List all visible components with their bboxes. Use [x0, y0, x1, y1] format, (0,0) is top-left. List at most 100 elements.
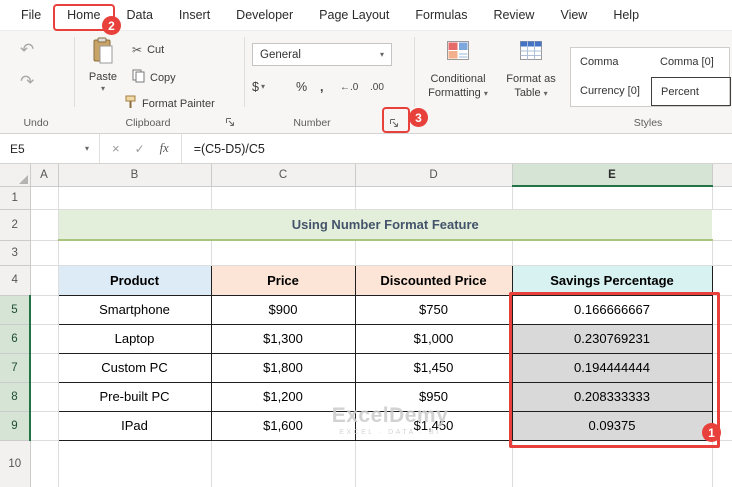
col-header-E[interactable]: E: [512, 164, 713, 187]
cell[interactable]: [355, 240, 513, 266]
group-separator: [74, 37, 75, 107]
cell-C5[interactable]: $900: [210, 294, 356, 325]
cell[interactable]: [30, 186, 59, 210]
row-header-8[interactable]: 8: [0, 382, 31, 412]
row-header-5[interactable]: 5: [0, 295, 31, 325]
cell-B4[interactable]: Product: [57, 264, 212, 296]
tab-developer[interactable]: Developer: [223, 0, 306, 30]
cell[interactable]: [512, 240, 713, 266]
formula-input[interactable]: =(C5-D5)/C5: [182, 134, 265, 163]
number-format-dropdown[interactable]: General ▾: [252, 43, 392, 66]
cut-label: Cut: [147, 44, 165, 56]
format-painter-label: Format Painter: [142, 97, 215, 110]
cell[interactable]: [30, 382, 59, 412]
cell-D5[interactable]: $750: [354, 294, 513, 325]
row-header-4[interactable]: 4: [0, 265, 31, 296]
format-as-table-button[interactable]: Format as Table ▾: [498, 35, 564, 115]
cell-C8[interactable]: $1,200: [210, 381, 356, 412]
cut-button[interactable]: ✂ Cut: [132, 43, 164, 57]
annotation-box-number-launcher: [382, 107, 410, 133]
tab-review[interactable]: Review: [480, 0, 547, 30]
row-header-1[interactable]: 1: [0, 186, 31, 210]
tab-insert[interactable]: Insert: [166, 0, 223, 30]
cell-B5[interactable]: Smartphone: [57, 294, 212, 325]
col-header-B[interactable]: B: [58, 164, 212, 187]
cell[interactable]: [712, 265, 732, 296]
sheet-title-cell[interactable]: Using Number Format Feature: [58, 209, 712, 241]
style-comma[interactable]: Comma: [571, 48, 651, 77]
accounting-format-button[interactable]: $ ▾: [252, 77, 265, 97]
chevron-down-icon: ▾: [84, 143, 89, 153]
cell-D9[interactable]: $1,450: [354, 410, 513, 441]
cell[interactable]: [30, 440, 59, 487]
cell[interactable]: [211, 240, 356, 266]
cell-B9[interactable]: IPad: [57, 410, 212, 441]
row-header-3[interactable]: 3: [0, 240, 31, 266]
cell-D4[interactable]: Discounted Price: [354, 264, 513, 296]
copy-button[interactable]: Copy: [132, 69, 176, 86]
cell[interactable]: [712, 186, 732, 210]
row-header-6[interactable]: 6: [0, 324, 31, 354]
cell[interactable]: [30, 240, 59, 266]
cell[interactable]: [30, 324, 59, 354]
cell-B6[interactable]: Laptop: [57, 323, 212, 354]
comma-style-button[interactable]: ,: [320, 77, 323, 97]
tab-data[interactable]: Data: [114, 0, 166, 30]
cell[interactable]: [58, 240, 212, 266]
cell[interactable]: [30, 209, 59, 241]
format-painter-button[interactable]: Format Painter: [124, 95, 215, 112]
row-header-2[interactable]: 2: [0, 209, 31, 241]
cell-C9[interactable]: $1,600: [210, 410, 356, 441]
cell[interactable]: [211, 440, 356, 487]
cell-B8[interactable]: Pre-built PC: [57, 381, 212, 412]
cell-D8[interactable]: $950: [354, 381, 513, 412]
cell[interactable]: [355, 440, 513, 487]
conditional-formatting-button[interactable]: Conditional Formatting ▾: [420, 35, 496, 115]
percent-style-button[interactable]: %: [296, 77, 307, 97]
col-header-partial[interactable]: [712, 164, 732, 187]
col-header-D[interactable]: D: [355, 164, 513, 187]
select-all-corner[interactable]: [0, 164, 31, 187]
tab-help[interactable]: Help: [600, 0, 652, 30]
cell[interactable]: [355, 186, 513, 210]
cell[interactable]: [58, 186, 212, 210]
cell-E4[interactable]: Savings Percentage: [511, 264, 713, 296]
tab-view[interactable]: View: [547, 0, 600, 30]
cancel-icon[interactable]: ×: [112, 141, 120, 156]
cell-C6[interactable]: $1,300: [210, 323, 356, 354]
tab-file[interactable]: File: [8, 0, 54, 30]
cell-D6[interactable]: $1,000: [354, 323, 513, 354]
cell-D7[interactable]: $1,450: [354, 352, 513, 383]
cell[interactable]: [58, 440, 212, 487]
insert-function-icon[interactable]: fx: [160, 141, 169, 156]
redo-icon[interactable]: ↷: [20, 73, 34, 90]
undo-icon[interactable]: ↶: [20, 41, 34, 58]
row-header-7[interactable]: 7: [0, 353, 31, 383]
style-comma-0[interactable]: Comma [0]: [651, 48, 731, 77]
col-header-C[interactable]: C: [211, 164, 356, 187]
style-currency-0[interactable]: Currency [0]: [571, 77, 651, 106]
cell[interactable]: [30, 353, 59, 383]
decrease-decimal-button[interactable]: .00: [370, 77, 384, 97]
row-header-9[interactable]: 9: [0, 411, 31, 441]
tab-formulas[interactable]: Formulas: [402, 0, 480, 30]
tab-page-layout[interactable]: Page Layout: [306, 0, 402, 30]
enter-icon[interactable]: ✓: [135, 142, 145, 156]
cell-C4[interactable]: Price: [210, 264, 356, 296]
col-header-A[interactable]: A: [30, 164, 59, 187]
paste-button[interactable]: Paste ▾: [80, 37, 126, 113]
row-header-10[interactable]: 10: [0, 440, 31, 487]
increase-decimal-button[interactable]: ←.0: [340, 77, 358, 97]
cell[interactable]: [512, 186, 713, 210]
name-box[interactable]: E5 ▾: [0, 134, 100, 163]
style-percent[interactable]: Percent: [651, 77, 731, 106]
cell[interactable]: [30, 295, 59, 325]
clipboard-dialog-launcher-icon[interactable]: [222, 114, 238, 130]
cell[interactable]: [712, 209, 732, 241]
cell[interactable]: [30, 265, 59, 296]
cell-C7[interactable]: $1,800: [210, 352, 356, 383]
cell-B7[interactable]: Custom PC: [57, 352, 212, 383]
cell[interactable]: [30, 411, 59, 441]
cell[interactable]: [211, 186, 356, 210]
cell[interactable]: [712, 240, 732, 266]
